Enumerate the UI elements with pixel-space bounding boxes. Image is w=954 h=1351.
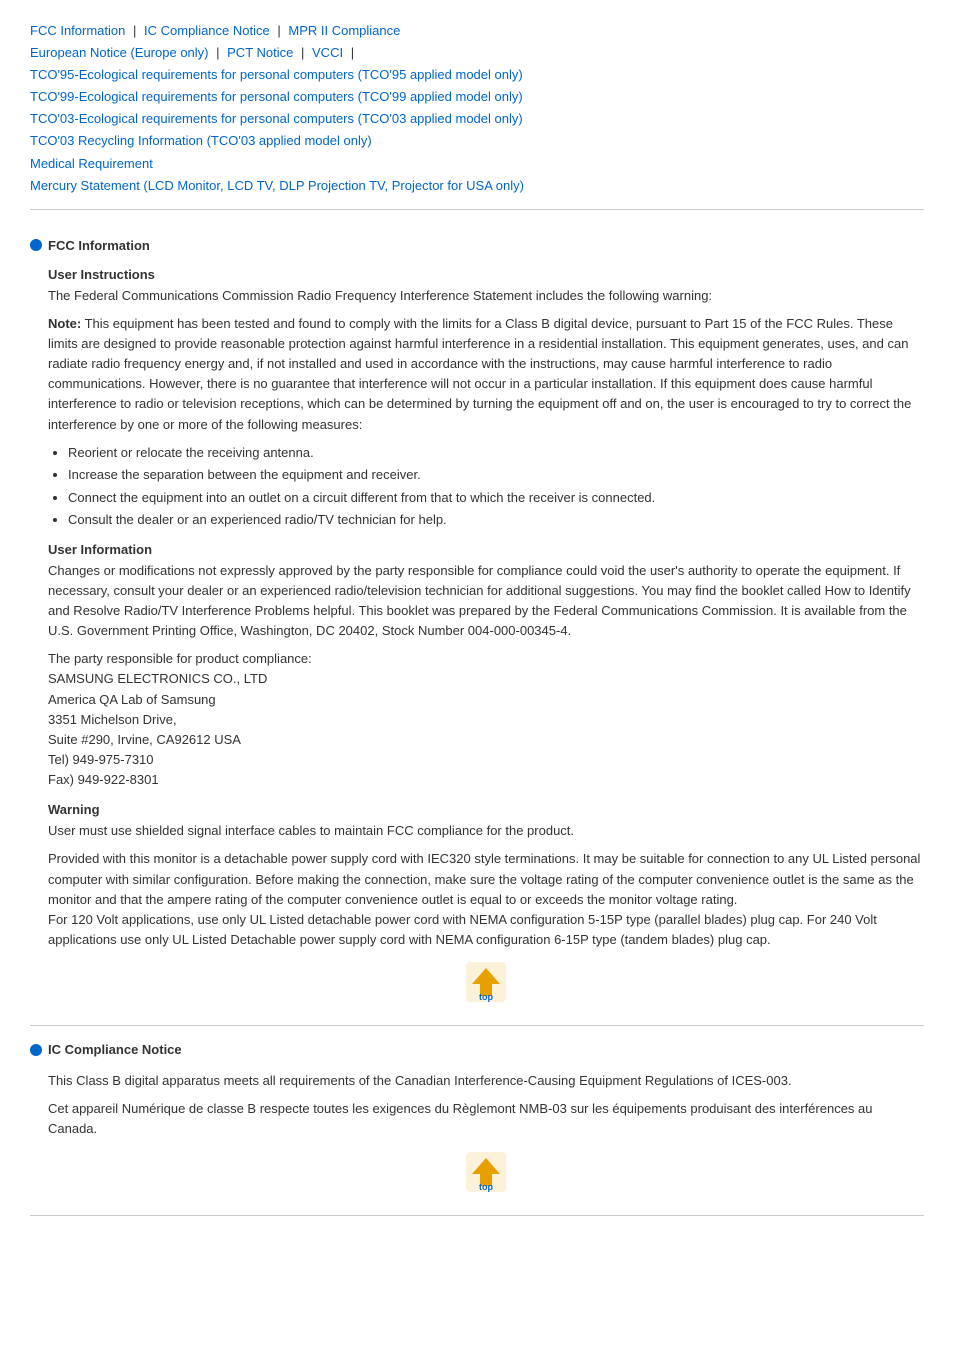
nav-link-tco99[interactable]: TCO'99-Ecological requirements for perso… [30, 89, 523, 104]
nav-link-vcci[interactable]: VCCI [312, 45, 343, 60]
warning-para2: Provided with this monitor is a detachab… [48, 849, 924, 950]
nav-link-medical[interactable]: Medical Requirement [30, 156, 153, 171]
user-instructions-bullets: Reorient or relocate the receiving anten… [48, 443, 924, 530]
nav-link-pct[interactable]: PCT Notice [227, 45, 293, 60]
user-instructions-para1: The Federal Communications Commission Ra… [48, 286, 924, 306]
ic-section: IC Compliance Notice This Class B digita… [30, 1026, 924, 1215]
ic-top-icon: top [462, 1152, 510, 1192]
nav-link-tco03[interactable]: TCO'03-Ecological requirements for perso… [30, 111, 523, 126]
warning-heading: Warning [48, 802, 924, 817]
ic-top-button[interactable]: top [462, 1180, 510, 1195]
note-bold: Note: [48, 316, 81, 331]
ic-para2: Cet appareil Numérique de classe B respe… [48, 1099, 924, 1139]
user-instructions-note: Note: This equipment has been tested and… [48, 314, 924, 435]
fcc-section-header: FCC Information [30, 238, 924, 253]
nav-link-ic[interactable]: IC Compliance Notice [144, 23, 270, 38]
nav-link-fcc[interactable]: FCC Information [30, 23, 125, 38]
fcc-top-button-container: top [48, 962, 924, 1005]
top-divider [30, 209, 924, 210]
nav-link-mercury[interactable]: Mercury Statement (LCD Monitor, LCD TV, … [30, 178, 524, 193]
ic-dot-icon [30, 1044, 42, 1056]
warning-para1: User must use shielded signal interface … [48, 821, 924, 841]
fcc-content: User Instructions The Federal Communicat… [30, 267, 924, 1005]
svg-text:top: top [479, 992, 493, 1002]
bullet-1: Reorient or relocate the receiving anten… [68, 443, 924, 463]
note-text: This equipment has been tested and found… [48, 316, 911, 432]
ic-section-header: IC Compliance Notice [30, 1042, 924, 1057]
nav-link-tco95[interactable]: TCO'95-Ecological requirements for perso… [30, 67, 523, 82]
fcc-dot-icon [30, 239, 42, 251]
ic-content: This Class B digital apparatus meets all… [30, 1071, 924, 1194]
ic-para1: This Class B digital apparatus meets all… [48, 1071, 924, 1091]
fcc-top-button[interactable]: top [462, 990, 510, 1005]
fcc-section: FCC Information User Instructions The Fe… [30, 222, 924, 1026]
ic-top-button-container: top [48, 1152, 924, 1195]
nav-link-eu[interactable]: European Notice (Europe only) [30, 45, 209, 60]
nav-link-mpr[interactable]: MPR II Compliance [288, 23, 400, 38]
navigation-links: FCC Information | IC Compliance Notice |… [30, 20, 924, 197]
bullet-2: Increase the separation between the equi… [68, 465, 924, 485]
user-information-heading: User Information [48, 542, 924, 557]
fcc-section-title: FCC Information [48, 238, 150, 253]
top-icon: top [462, 962, 510, 1002]
user-information-para1: Changes or modifications not expressly a… [48, 561, 924, 642]
user-information-address: The party responsible for product compli… [48, 649, 924, 790]
user-instructions-heading: User Instructions [48, 267, 924, 282]
ic-section-title: IC Compliance Notice [48, 1042, 182, 1057]
bullet-4: Consult the dealer or an experienced rad… [68, 510, 924, 530]
bullet-3: Connect the equipment into an outlet on … [68, 488, 924, 508]
svg-text:top: top [479, 1182, 493, 1192]
nav-link-tco03r[interactable]: TCO'03 Recycling Information (TCO'03 app… [30, 133, 372, 148]
